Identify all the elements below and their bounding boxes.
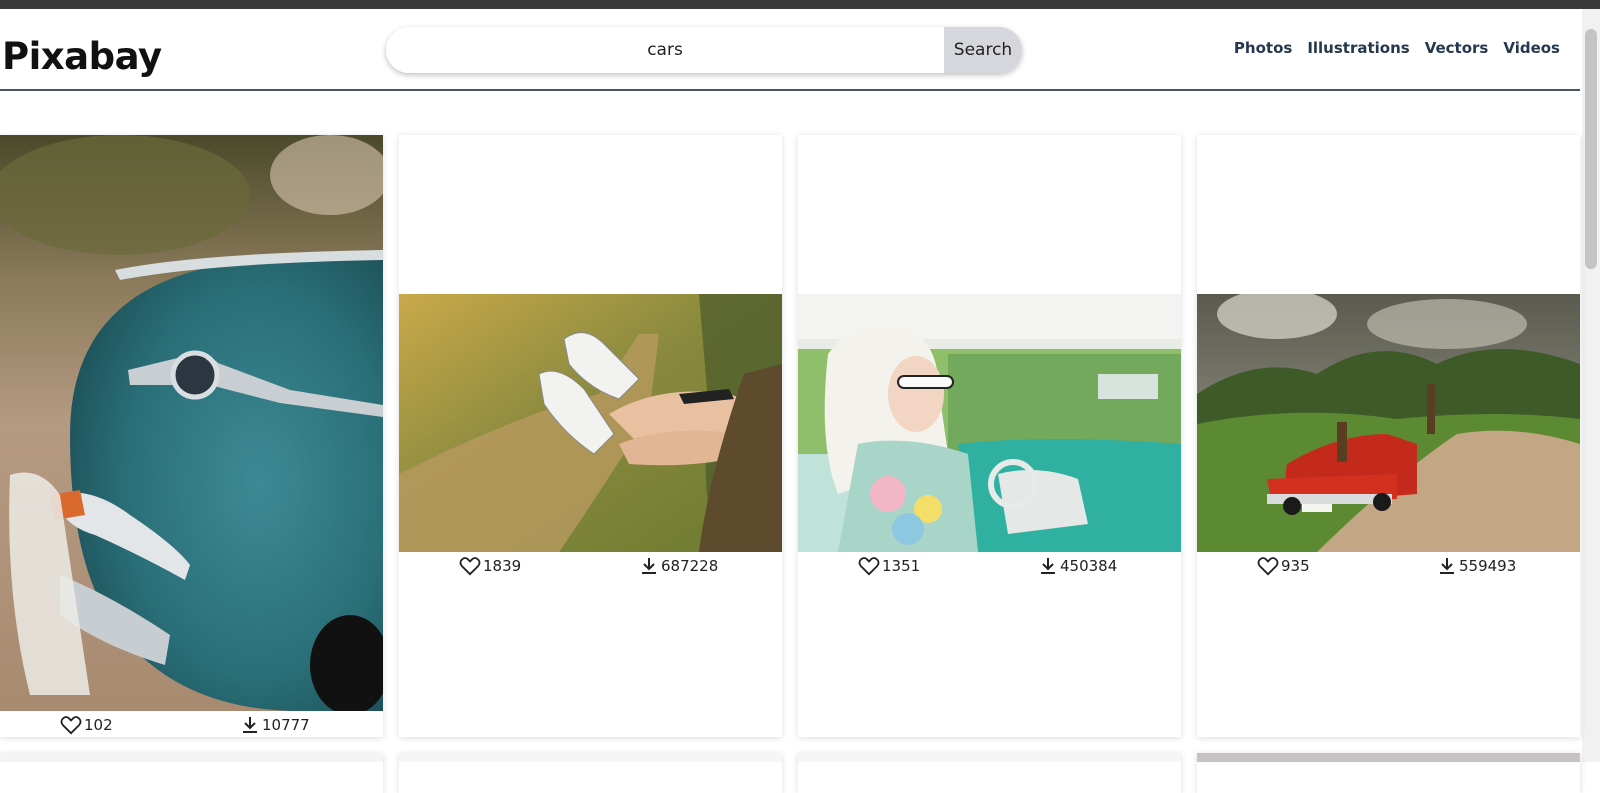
search-bar: Search (386, 27, 1022, 73)
logo[interactable]: Pixabay (2, 35, 162, 78)
nav-videos[interactable]: Videos (1503, 39, 1560, 57)
nav-illustrations[interactable]: Illustrations (1307, 39, 1409, 57)
like-count-value: 102 (84, 716, 113, 734)
like-count[interactable]: 935 (1257, 556, 1310, 576)
search-button[interactable]: Search (944, 27, 1022, 73)
result-card-next-row[interactable] (399, 753, 782, 793)
result-stats: 935 559493 (1197, 554, 1580, 578)
like-count-value: 1839 (483, 557, 522, 575)
scrollbar[interactable] (1582, 9, 1600, 762)
result-card-next-row[interactable] (0, 753, 383, 793)
download-icon (1440, 558, 1454, 574)
result-image[interactable] (798, 294, 1181, 552)
like-count[interactable]: 1351 (858, 556, 920, 576)
like-count-value: 1351 (882, 557, 921, 575)
sneakers-photo (399, 294, 782, 552)
browser-top-strip (0, 0, 1600, 9)
result-card[interactable]: 1839 687228 (399, 135, 782, 737)
result-card-next-row[interactable] (798, 753, 1181, 793)
site-header: Pixabay Search Photos Illustrations Vect… (0, 9, 1580, 91)
red-convertible-photo (1197, 294, 1580, 552)
download-count[interactable]: 10777 (240, 715, 310, 735)
result-image[interactable] (399, 294, 782, 552)
nav-vectors[interactable]: Vectors (1425, 39, 1489, 57)
woman-in-car-photo (798, 294, 1181, 552)
nav-photos[interactable]: Photos (1234, 39, 1292, 57)
result-stats: 102 10777 (0, 713, 383, 737)
heart-icon (60, 716, 82, 735)
download-count-value: 687228 (661, 557, 719, 575)
result-stats: 1839 687228 (399, 554, 782, 578)
result-card[interactable]: 935 559493 (1197, 135, 1580, 737)
result-card[interactable]: 102 10777 (0, 135, 383, 737)
result-card[interactable]: 1351 450384 (798, 135, 1181, 737)
heart-icon (1257, 557, 1279, 576)
heart-icon (858, 557, 880, 576)
result-card-next-row[interactable] (1197, 753, 1580, 793)
download-icon (642, 558, 656, 574)
download-count[interactable]: 559493 (1437, 556, 1516, 576)
like-count[interactable]: 102 (60, 715, 113, 735)
result-image[interactable] (0, 135, 383, 711)
result-image[interactable] (1197, 294, 1580, 552)
download-count-value: 450384 (1060, 557, 1118, 575)
scrollbar-thumb[interactable] (1585, 29, 1597, 269)
download-count[interactable]: 687228 (639, 556, 718, 576)
search-input[interactable] (386, 27, 944, 73)
category-nav: Photos Illustrations Vectors Videos (1234, 39, 1560, 57)
result-stats: 1351 450384 (798, 554, 1181, 578)
like-count[interactable]: 1839 (459, 556, 521, 576)
download-icon (243, 717, 257, 733)
heart-icon (459, 557, 481, 576)
download-count[interactable]: 450384 (1038, 556, 1117, 576)
download-icon (1041, 558, 1055, 574)
like-count-value: 935 (1281, 557, 1310, 575)
download-count-value: 10777 (262, 716, 310, 734)
download-count-value: 559493 (1459, 557, 1517, 575)
header-divider (0, 89, 1580, 91)
vintage-car-photo (0, 135, 383, 711)
